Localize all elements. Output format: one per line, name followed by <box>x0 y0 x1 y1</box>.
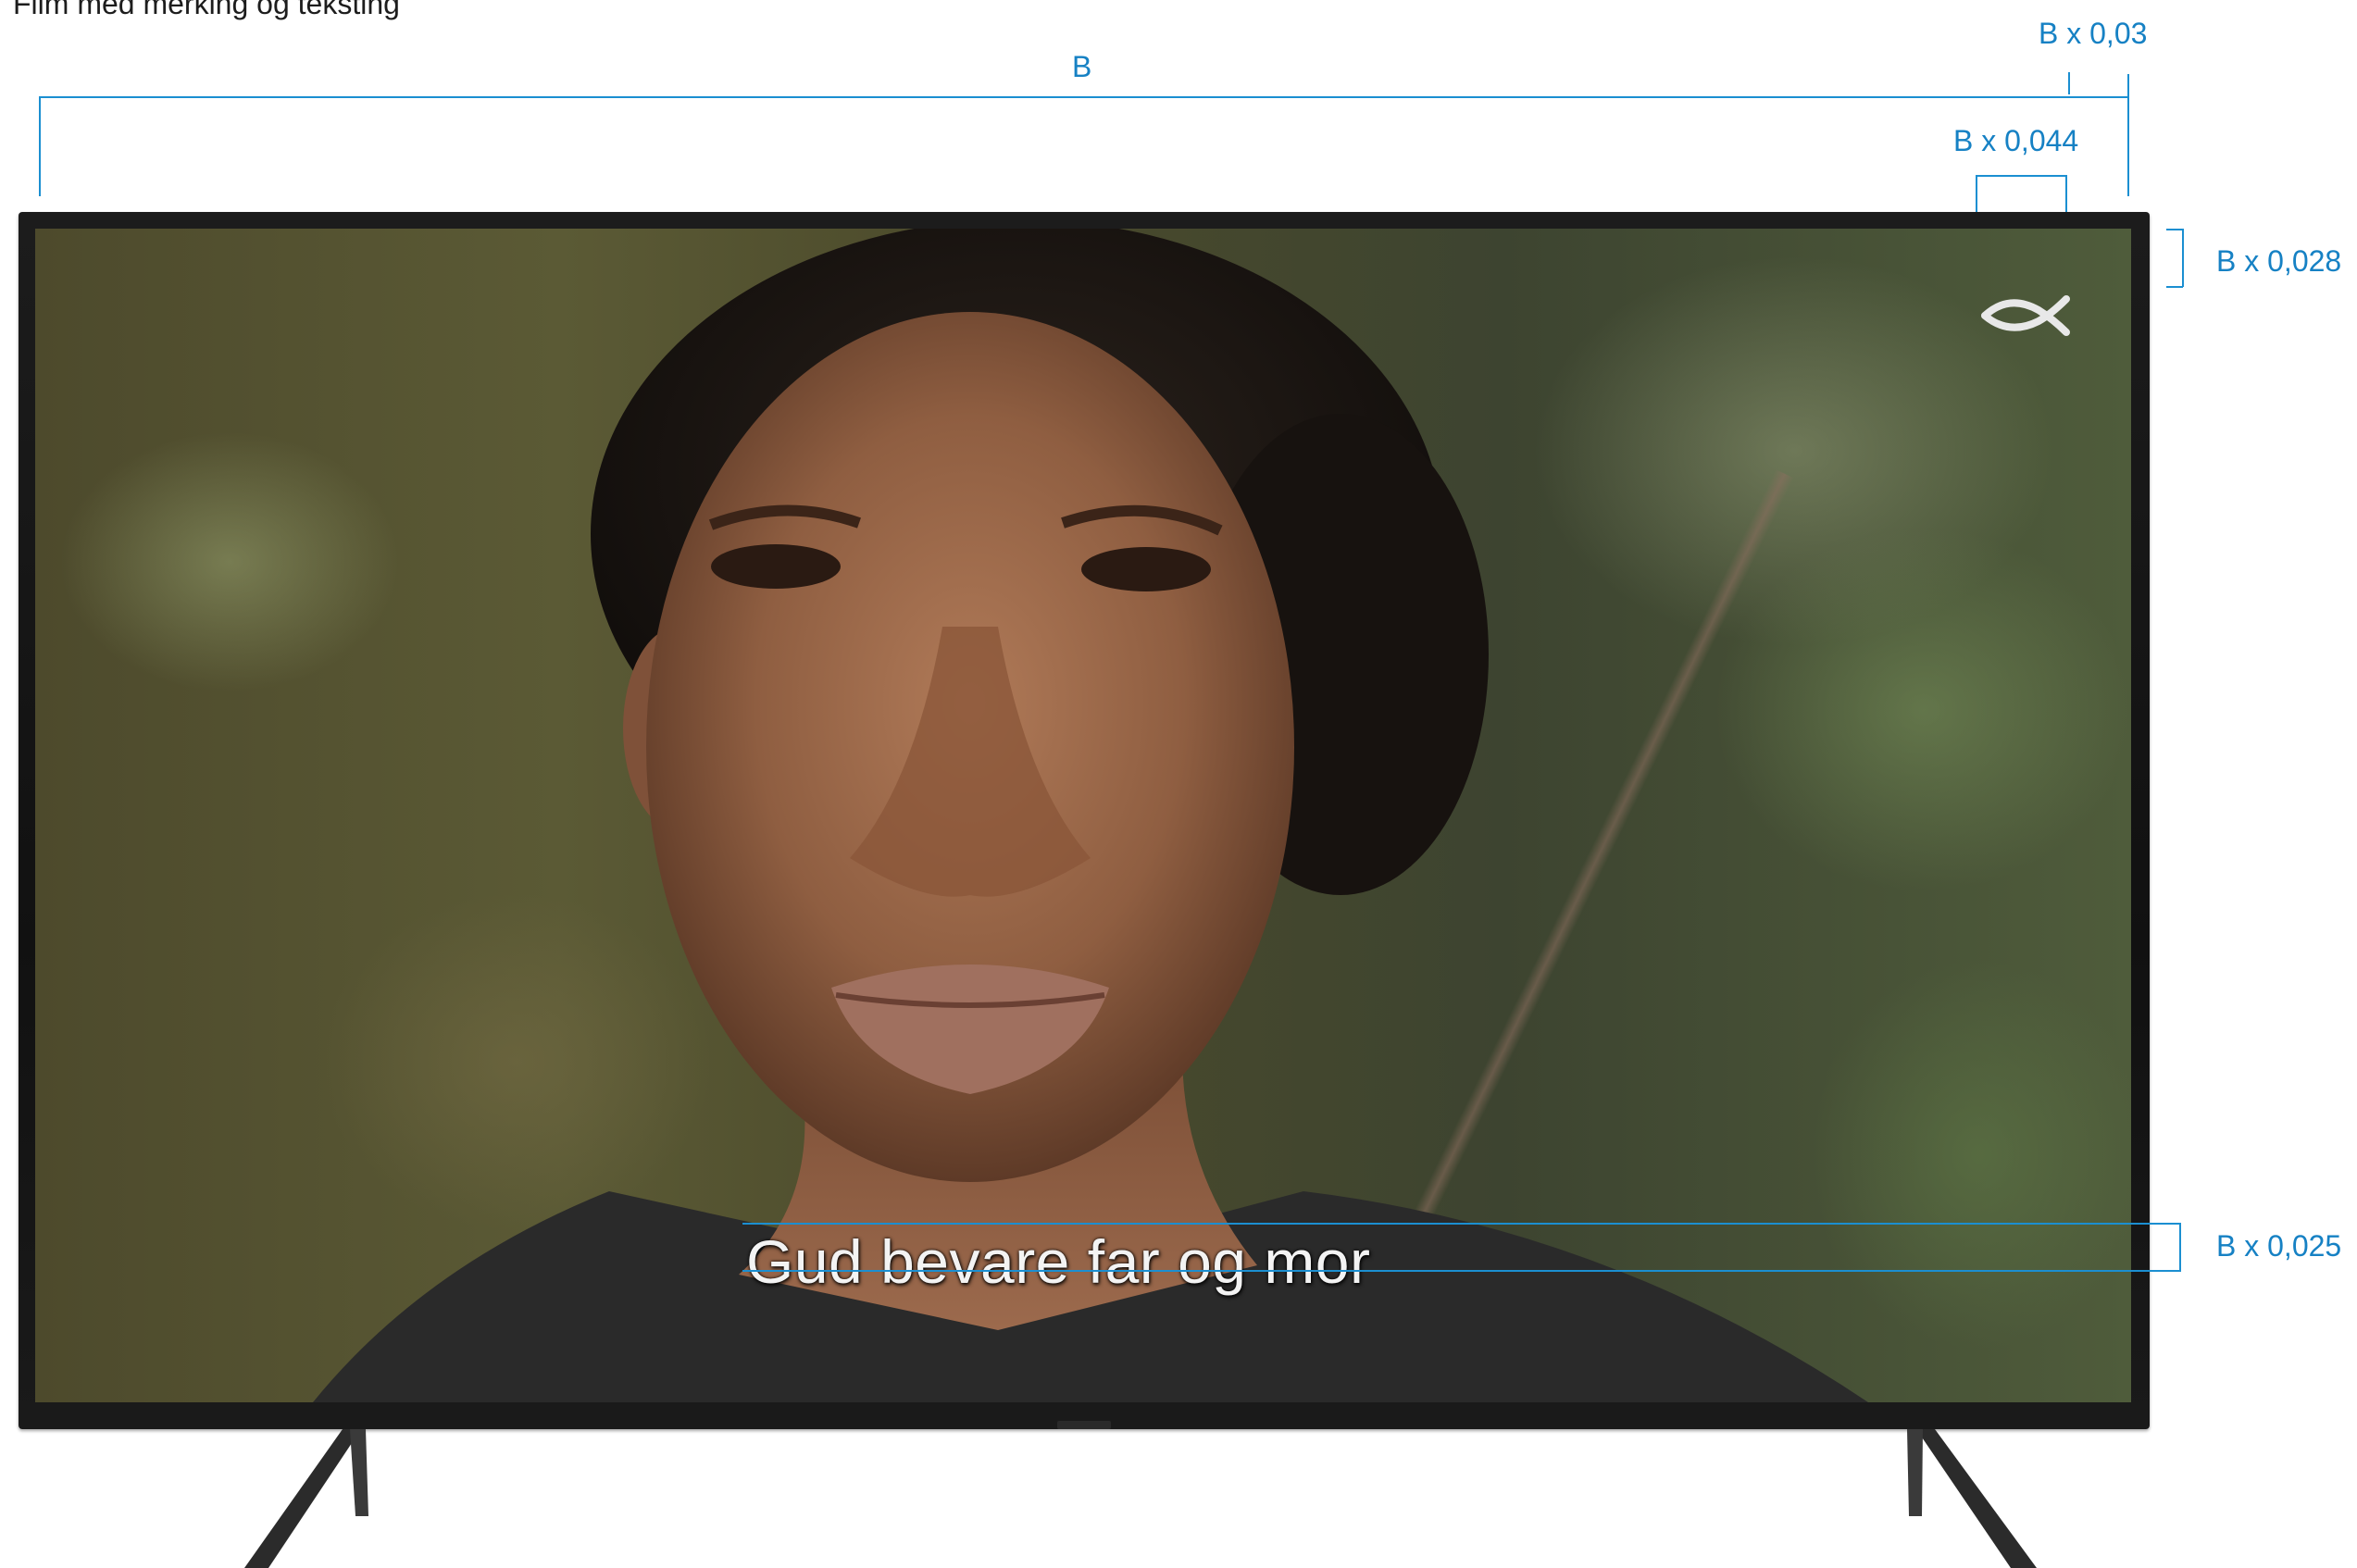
logo-height-bracket-side <box>2182 229 2184 287</box>
subtitle-top-line <box>742 1223 2180 1225</box>
subtitle-bottom-line <box>742 1270 2180 1272</box>
logo-height-bracket-top <box>2166 229 2183 230</box>
logo-margin-label: B x 0,03 <box>2039 17 2148 50</box>
subtitle-bracket-side <box>2179 1223 2181 1272</box>
right-eye <box>1081 547 1211 591</box>
logo-height-bracket-bottom <box>2166 286 2183 288</box>
logo-width-top-line <box>1976 175 2066 177</box>
page-caption: Film med merking og teksting <box>13 0 400 20</box>
width-label: B <box>1072 50 1092 83</box>
logo-height-label: B x 0,028 <box>2216 244 2342 278</box>
logo-margin-tick <box>2068 72 2070 94</box>
left-stand-leg <box>244 1429 368 1568</box>
brand-badge <box>1057 1421 1111 1429</box>
logo-width-label: B x 0,044 <box>1953 124 2079 157</box>
left-eye <box>711 544 841 589</box>
subtitle-height-label: B x 0,025 <box>2216 1229 2342 1263</box>
width-dimension-right-tick <box>2127 74 2129 196</box>
fish-icon <box>1981 295 2070 336</box>
tv-screen: Gud bevare far og mor <box>35 229 2131 1402</box>
width-dimension-line <box>39 96 2128 98</box>
subtitle-text: Gud bevare far og mor <box>746 1227 1371 1296</box>
right-stand-leg <box>1907 1429 2037 1568</box>
width-dimension-left-tick <box>39 96 41 196</box>
